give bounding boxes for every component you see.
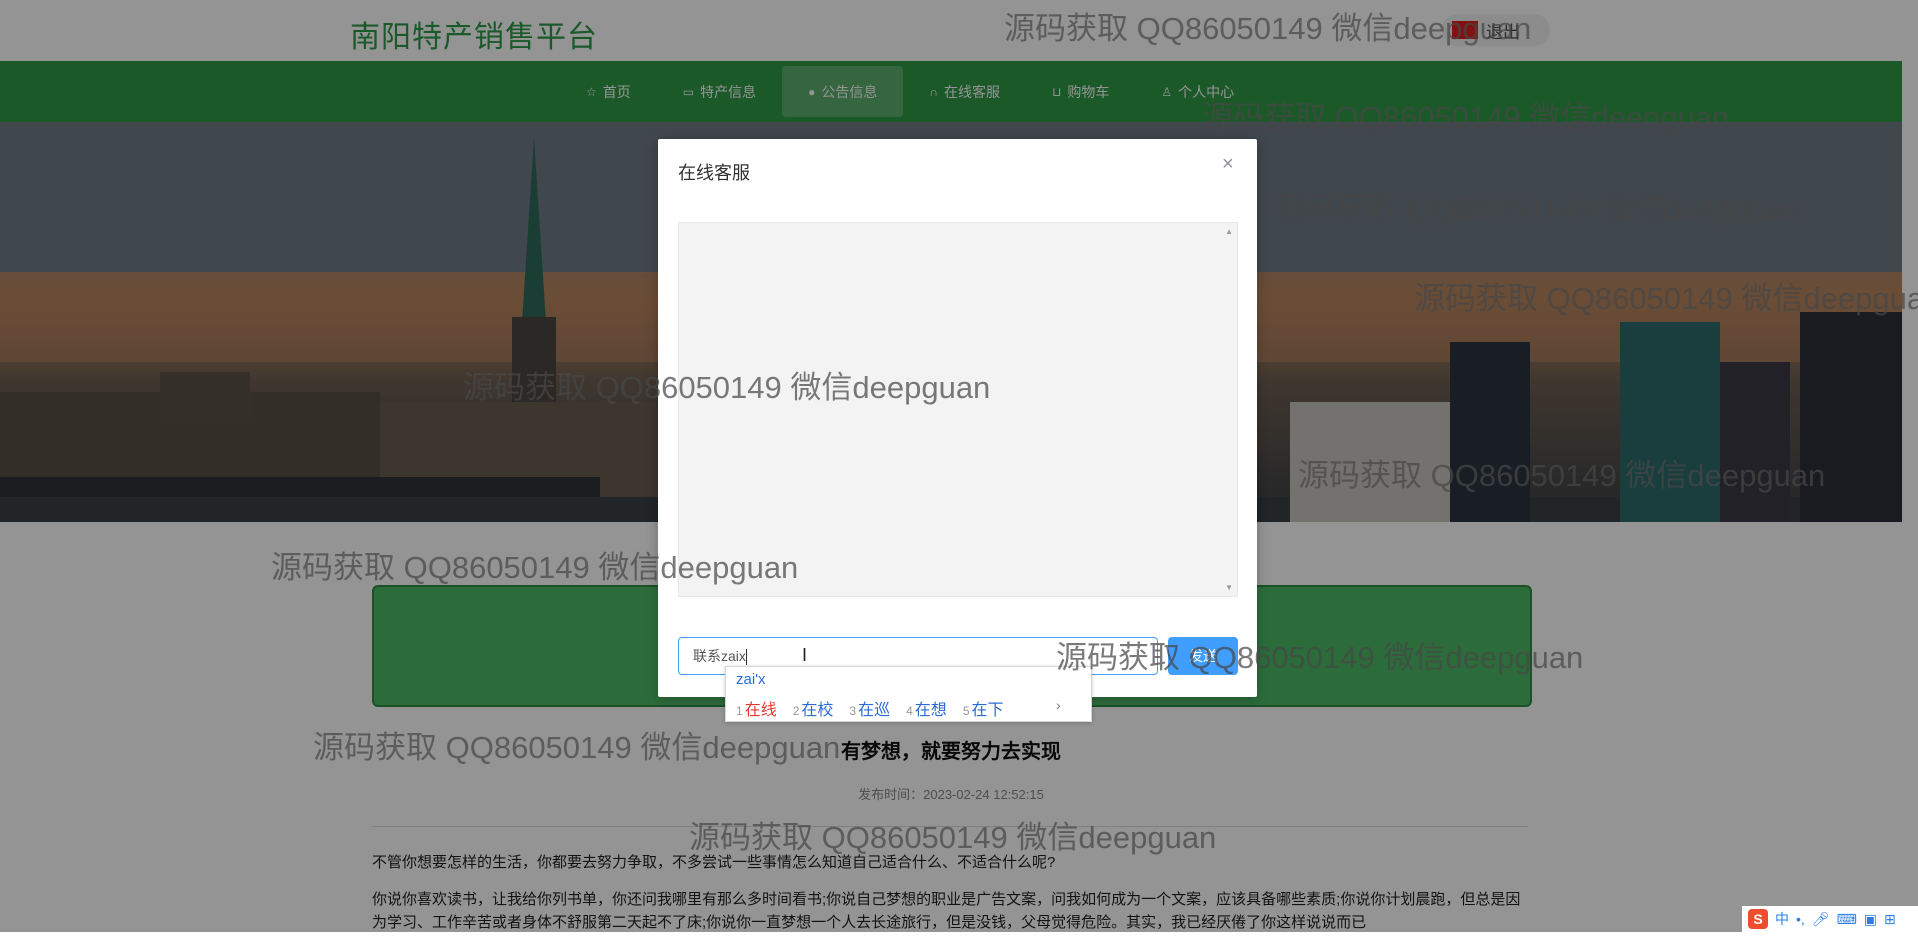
watermark: 源码获取 QQ86050149 微信deepguan — [1056, 640, 1584, 675]
candidate-number: 3 — [849, 704, 857, 718]
scroll-up-arrow-icon[interactable]: ▲ — [1225, 227, 1233, 236]
text-caret — [745, 649, 747, 666]
candidate-text: 在校 — [801, 702, 834, 719]
ime-candidate[interactable]: 5 在下 — [963, 696, 1004, 720]
watermark: 源码获取 QQ86050149 微信deepguan — [1298, 458, 1826, 493]
watermark: 源码获取 QQ86050149 微信deepguan — [313, 730, 841, 765]
ime-candidate[interactable]: 4 在想 — [906, 696, 947, 720]
ime-candidate[interactable]: 2 在校 — [793, 696, 834, 720]
chevron-right-icon[interactable]: › — [1056, 697, 1061, 713]
close-icon[interactable]: × — [1222, 153, 1234, 176]
candidate-text: 在下 — [971, 702, 1004, 719]
support-chat-dialog: 在线客服 × ▲ ▼ 联系zaix 发送 — [658, 139, 1257, 697]
ime-candidate-list: 1 在线 2 在校 3 在巡 4 在想 5 在下 — [736, 696, 1004, 720]
ime-candidate-popup: zai'x 1 在线 2 在校 3 在巡 4 在想 5 在下 › — [725, 666, 1092, 722]
dialog-title: 在线客服 — [678, 163, 750, 183]
candidate-number: 4 — [906, 704, 913, 718]
watermark: 源码获取 QQ86050149 微信deepguan — [1274, 191, 1802, 226]
input-mode-label[interactable]: 中 — [1775, 909, 1789, 929]
punctuation-mode-label[interactable]: •, — [1796, 911, 1805, 927]
sogou-logo-icon[interactable]: S — [1748, 909, 1768, 929]
candidate-number: 5 — [962, 704, 970, 718]
ime-candidate[interactable]: 3 在巡 — [849, 696, 890, 720]
candidate-text: 在巡 — [858, 702, 891, 719]
scroll-down-arrow-icon[interactable]: ▼ — [1225, 583, 1233, 592]
input-value: 联系zaix — [693, 648, 746, 664]
watermark: 源码获取 QQ86050149 微信deepguan — [1202, 100, 1730, 135]
microphone-icon[interactable]: 🎤︎ — [1812, 911, 1830, 928]
skin-icon[interactable]: ▣ — [1864, 911, 1877, 928]
ibeam-cursor-icon: I — [802, 645, 808, 665]
watermark: 源码获取 QQ86050149 微信deepguan — [271, 550, 799, 585]
candidate-text: 在想 — [914, 702, 947, 719]
candidate-text: 在线 — [744, 702, 777, 719]
candidate-number: 2 — [792, 704, 800, 718]
ime-pinyin: zai'x — [736, 671, 766, 688]
chat-messages-area[interactable]: ▲ ▼ — [678, 222, 1238, 597]
watermark: 源码获取 QQ86050149 微信deepguan — [1004, 11, 1532, 46]
ime-status-bar: S 中 •, 🎤︎ ⌨ ▣ ⊞ — [1742, 906, 1918, 932]
watermark: 源码获取 QQ86050149 微信deepguan — [1414, 281, 1918, 316]
keyboard-icon[interactable]: ⌨ — [1837, 911, 1857, 928]
candidate-number: 1 — [736, 704, 743, 718]
watermark: 源码获取 QQ86050149 微信deepguan — [463, 370, 991, 405]
toolbox-icon[interactable]: ⊞ — [1884, 911, 1896, 928]
ime-candidate[interactable]: 1 在线 — [736, 696, 777, 720]
watermark: 源码获取 QQ86050149 微信deepguan — [689, 820, 1217, 855]
